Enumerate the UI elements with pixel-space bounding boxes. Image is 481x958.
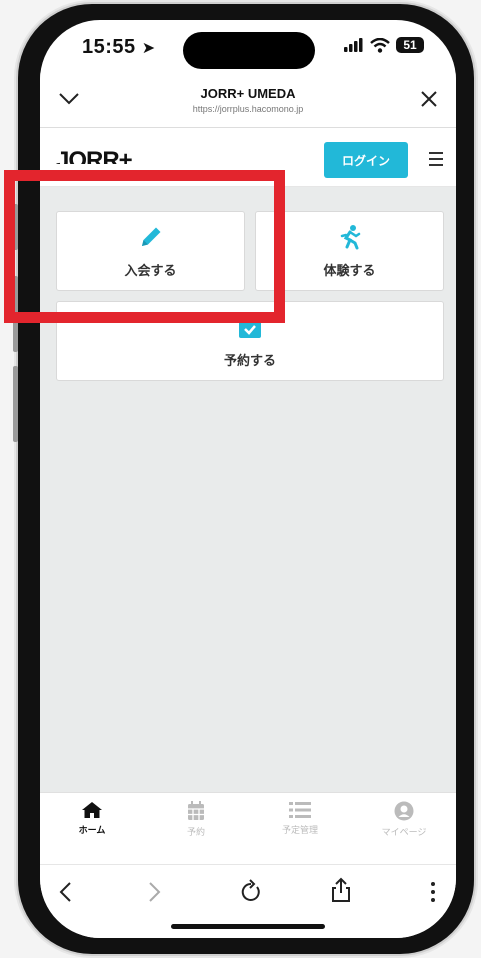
user-icon xyxy=(394,801,414,821)
pencil-icon xyxy=(141,227,160,246)
status-bar: 15:55 ➤ 51 xyxy=(40,20,456,72)
site-logo[interactable]: JORR+ xyxy=(56,142,132,164)
silent-switch xyxy=(13,204,18,250)
location-arrow-icon: ➤ xyxy=(141,40,156,57)
forward-arrow-icon[interactable] xyxy=(148,881,162,903)
login-button[interactable]: ログイン xyxy=(324,142,408,178)
trial-label: 体験する xyxy=(323,262,376,278)
status-time-text: 15:55 xyxy=(82,36,136,58)
volume-up-button xyxy=(13,276,18,352)
wifi-icon xyxy=(370,37,390,53)
reserve-card[interactable]: 予約する xyxy=(56,301,444,381)
signal-icon xyxy=(344,38,363,52)
close-icon[interactable] xyxy=(420,90,438,108)
page-url: https://jorrplus.hacomono.jp xyxy=(192,104,304,114)
back-arrow-icon[interactable] xyxy=(58,881,72,903)
tab-reserve-label: 予約 xyxy=(186,827,205,837)
main-content: 入会する 体験する 予約する xyxy=(40,187,456,792)
tab-schedule-label: 予定管理 xyxy=(281,825,318,835)
bottom-tab-bar: ホーム 予約 予定管理 マイページ xyxy=(40,792,456,865)
list-icon xyxy=(289,802,311,818)
more-options-icon[interactable] xyxy=(430,881,436,903)
browser-toolbar xyxy=(40,864,456,938)
page-title: JORR+ UMEDA xyxy=(200,86,296,101)
tab-schedule[interactable]: 予定管理 xyxy=(260,801,340,836)
site-header: JORR+ ログイン xyxy=(40,128,456,187)
dynamic-island xyxy=(183,32,315,69)
menu-icon[interactable] xyxy=(429,152,443,170)
tab-mypage[interactable]: マイページ xyxy=(364,801,444,838)
tab-reserve[interactable]: 予約 xyxy=(156,801,236,838)
running-person-icon xyxy=(340,224,360,249)
home-indicator xyxy=(171,924,325,929)
home-icon xyxy=(82,802,102,818)
calendar-check-icon xyxy=(239,313,261,338)
tab-home[interactable]: ホーム xyxy=(52,801,132,836)
join-label: 入会する xyxy=(124,262,177,278)
tab-mypage-label: マイページ xyxy=(381,827,427,837)
reload-icon[interactable] xyxy=(240,879,262,903)
status-icons: 51 xyxy=(344,37,424,53)
share-icon[interactable] xyxy=(330,877,352,903)
battery-icon: 51 xyxy=(396,37,424,53)
status-time: 15:55 ➤ xyxy=(82,36,156,59)
tab-home-label: ホーム xyxy=(78,825,106,835)
battery-level: 51 xyxy=(403,38,417,52)
reserve-label: 予約する xyxy=(223,352,276,368)
volume-down-button xyxy=(13,366,18,442)
calendar-icon xyxy=(188,801,204,820)
trial-card[interactable]: 体験する xyxy=(255,211,444,291)
browser-header: JORR+ UMEDA https://jorrplus.hacomono.jp xyxy=(40,72,456,128)
join-card[interactable]: 入会する xyxy=(56,211,245,291)
screen: 15:55 ➤ 51 JORR+ UMEDA https://jorrplus.… xyxy=(40,20,456,938)
